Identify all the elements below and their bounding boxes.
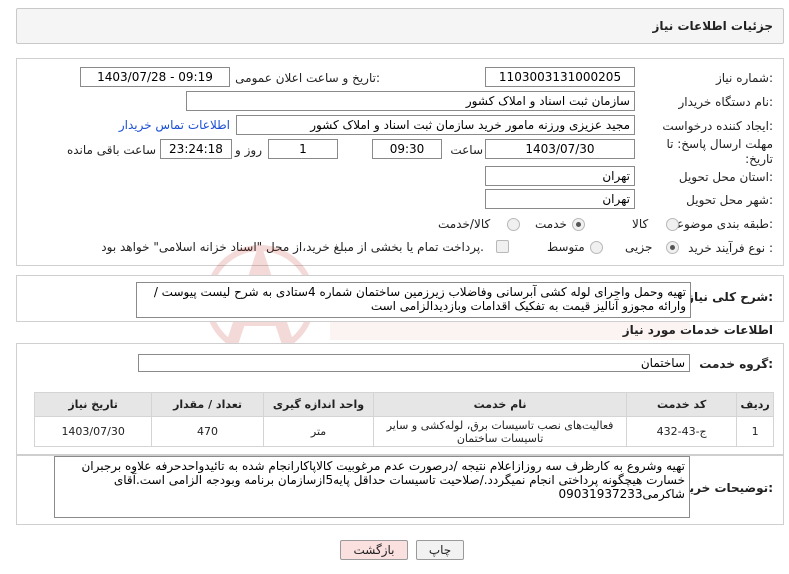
summary-textarea[interactable]: تهیه وحمل واجرای لوله کشی آبرسانی وفاضلا…: [136, 282, 691, 318]
col-name: نام خدمت: [373, 392, 627, 417]
services-section-title: اطلاعات خدمات مورد نیاز: [622, 323, 773, 337]
summary-label: شرح کلی نیاز:: [687, 290, 773, 304]
page-title: جزئیات اطلاعات نیاز: [652, 19, 773, 33]
category-option-service: خدمت: [535, 217, 567, 231]
creator-label: ایجاد کننده درخواست:: [662, 119, 773, 133]
province-field[interactable]: تهران: [485, 166, 635, 186]
table-row: 1 ج-43-432 فعالیت‌های نصب تاسیسات برق، ل…: [33, 416, 774, 447]
process-option-minor: جزیی: [625, 240, 653, 254]
category-option-goods: کالا: [632, 217, 649, 231]
deadline-time-label: ساعت: [450, 143, 483, 157]
cell-qty: 470: [151, 416, 264, 447]
col-code: کد خدمت: [625, 392, 738, 417]
days-field[interactable]: 1: [268, 139, 338, 159]
deadline-time-field[interactable]: 09:30: [372, 139, 442, 159]
col-unit: واحد اندازه گیری: [262, 392, 375, 417]
buyer-org-field[interactable]: سازمان ثبت اسناد و املاک کشور: [186, 91, 635, 111]
days-label: روز و: [235, 143, 262, 157]
announce-date-label: تاریخ و ساعت اعلان عمومی:: [235, 71, 380, 85]
process-radio-medium[interactable]: [590, 241, 603, 254]
need-number-field[interactable]: 1103003131000205: [485, 67, 635, 87]
cell-unit: متر: [262, 416, 375, 447]
remaining-label: ساعت باقی مانده: [66, 143, 156, 157]
back-button[interactable]: بازگشت: [340, 540, 408, 560]
city-field[interactable]: تهران: [485, 189, 635, 209]
print-button[interactable]: چاپ: [416, 540, 464, 560]
cell-code: ج-43-432: [625, 416, 738, 447]
category-radio-goods[interactable]: [666, 218, 679, 231]
category-radio-goods-service[interactable]: [507, 218, 520, 231]
remaining-time-field[interactable]: 23:24:18: [160, 139, 232, 159]
col-index: ردیف: [736, 392, 774, 417]
cell-date: 1403/07/30: [33, 416, 153, 447]
cell-name: فعالیت‌های نصب تاسیسات برق، لوله‌کشی و س…: [373, 416, 627, 447]
deadline-date-field[interactable]: 1403/07/30: [485, 139, 635, 159]
process-label: نوع فرآیند خرید :: [688, 241, 773, 255]
category-option-goods-service: کالا/خدمت: [438, 217, 491, 231]
buyer-org-label: نام دستگاه خریدار:: [678, 95, 774, 109]
deadline-label: مهلت ارسال پاسخ: تا تاریخ:: [666, 137, 773, 166]
process-radio-minor[interactable]: [666, 241, 679, 254]
service-group-field[interactable]: ساختمان: [138, 354, 690, 372]
announce-date-field[interactable]: 1403/07/28 - 09:19: [80, 67, 230, 87]
treasury-checkbox[interactable]: [496, 240, 509, 253]
treasury-text: پرداخت تمام یا بخشی از مبلغ خرید،از محل …: [101, 240, 484, 254]
col-qty: تعداد / مقدار: [151, 392, 264, 417]
need-number-label: شماره نیاز:: [715, 71, 773, 85]
process-option-medium: متوسط: [547, 240, 585, 254]
col-date: تاریخ نیاز: [33, 392, 153, 417]
cell-index: 1: [736, 416, 774, 447]
province-label: استان محل تحویل:: [678, 170, 773, 184]
category-label: طبقه بندی موضوعی:: [666, 217, 773, 231]
buyer-notes-textarea[interactable]: تهیه وشروع به کارظرف سه روزازاعلام نتیجه…: [54, 456, 690, 518]
service-group-label: گروه خدمت:: [699, 357, 773, 371]
services-table: ردیف کد خدمت نام خدمت واحد اندازه گیری ت…: [33, 392, 774, 447]
creator-field[interactable]: مجید عزیزی ورزنه مامور خرید سازمان ثبت ا…: [236, 115, 635, 135]
table-header-row: ردیف کد خدمت نام خدمت واحد اندازه گیری ت…: [33, 392, 774, 417]
category-radio-service[interactable]: [572, 218, 585, 231]
page-header: جزئیات اطلاعات نیاز: [16, 8, 784, 44]
city-label: شهر محل تحویل:: [686, 193, 773, 207]
buyer-contact-link[interactable]: اطلاعات تماس خریدار: [119, 118, 230, 132]
